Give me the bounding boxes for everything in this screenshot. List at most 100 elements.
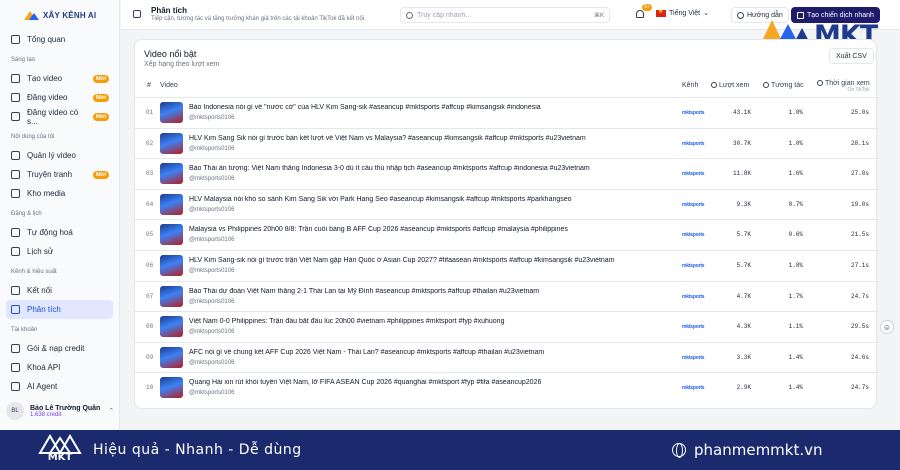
video-title[interactable]: Việt Nam 0-0 Philippines: Trận đấu bắt đ… — [189, 318, 659, 325]
sidebar-item-label: Truyện tranh — [27, 170, 73, 179]
brand-name: XÂY KÊNH AI — [43, 10, 97, 20]
video-thumbnail[interactable] — [160, 285, 183, 307]
brand-logo[interactable]: XÂY KÊNH AI — [0, 0, 119, 30]
channel-logo: mktsports — [682, 354, 705, 361]
video-thumbnail[interactable] — [160, 254, 183, 276]
channel-logo: mktsports — [682, 293, 705, 300]
new-badge: Mới — [92, 93, 109, 102]
video-thumbnail[interactable] — [160, 102, 183, 123]
col-watch-time[interactable]: Thời gian xem On TikTok — [817, 80, 870, 93]
table-row[interactable]: 05 Malaysia vs Philippines 20h00 8/8: Trậ… — [135, 219, 878, 250]
video-thumbnail[interactable] — [160, 193, 183, 215]
watch-time-value: 27.0s — [850, 170, 869, 178]
sidebar-item[interactable]: Khoá API — [6, 358, 113, 377]
sidebar-item[interactable]: Kho media — [6, 184, 113, 203]
video-handle: @mktsports0106 — [189, 329, 235, 336]
video-handle: @mktsports0106 — [189, 237, 235, 244]
sidebar-item-label: Tạo video — [27, 74, 63, 83]
sidebar-item-label: AI Agent — [27, 382, 58, 391]
search-input[interactable] — [417, 11, 590, 19]
panel-subtitle: Xếp hạng theo lượt xem — [144, 61, 220, 68]
col-channel: Kênh — [682, 82, 699, 89]
table-row[interactable]: 02 HLV Kim Sang Sik nói gì trước bán kết … — [135, 127, 878, 159]
sidebar-section-label: Kênh & hiệu suất — [11, 269, 57, 275]
video-thumbnail[interactable] — [160, 132, 183, 154]
row-number: 03 — [146, 170, 154, 178]
col-engagement[interactable]: Tương tác — [763, 82, 804, 89]
video-title[interactable]: Báo Thái ấn tượng: Việt Nam thắng Indone… — [189, 165, 659, 172]
channel-logo: mktsports — [682, 110, 705, 116]
table-row[interactable]: 06 HLV Kim Sang-sik nói gì trước trận Việ… — [135, 249, 878, 281]
language-label: Tiếng Việt — [669, 9, 701, 17]
chat-bot-icon[interactable]: ☺ — [880, 320, 894, 334]
video-thumbnail[interactable] — [160, 163, 183, 185]
sidebar-item-label: Đăng video có s... — [27, 107, 79, 126]
folder-icon — [11, 189, 20, 198]
engagement-value: 1.7% — [788, 292, 803, 300]
sidebar-item[interactable]: Lịch sử — [6, 242, 113, 261]
row-number: 05 — [146, 231, 154, 239]
video-title[interactable]: Báo Indonesia nói gì về "nước cờ" của HL… — [189, 104, 659, 111]
video-thumbnail[interactable] — [160, 316, 183, 338]
video-thumbnail[interactable] — [160, 377, 183, 399]
page-title: Phân tích — [151, 6, 188, 15]
video-title[interactable]: Quang Hải xin rút khỏi tuyển Việt Nam, l… — [189, 379, 659, 386]
sidebar-item[interactable]: Tạo video Mới — [6, 69, 113, 88]
sidebar-item-tong-quan[interactable]: Tổng quan — [6, 30, 113, 49]
col-watch-label: Thời gian xem — [825, 80, 870, 87]
engagement-value: 1.4% — [788, 384, 803, 392]
channel-logo: mktsports — [682, 262, 705, 269]
new-badge: Mới — [92, 74, 109, 83]
sidebar: XÂY KÊNH AI Tổng quan Sáng tạo Tạo video Mớ… — [0, 0, 120, 430]
banner-website[interactable]: phanmemmkt.vn — [694, 441, 823, 459]
table-row[interactable]: 07 Báo Thái dự đoán Việt Nam thắng 2-1 Th… — [135, 280, 878, 312]
sidebar-item[interactable]: Tự động hoá — [6, 223, 113, 242]
engagement-value: 1.0% — [788, 139, 803, 147]
table-row[interactable]: 09 AFC nói gì về chung kết AFF Cup 2026 V… — [135, 341, 878, 373]
sidebar-item[interactable]: Phân tích — [6, 300, 113, 319]
video-title[interactable]: AFC nói gì về chung kết AFF Cup 2026 Việ… — [189, 349, 659, 356]
video-thumbnail[interactable] — [160, 224, 183, 246]
sidebar-item[interactable]: Truyện tranh Mới — [6, 165, 113, 184]
table-row[interactable]: 04 HLV Malaysia nói khó so sánh Kim Sang … — [135, 188, 878, 220]
views-value: 43.1K — [732, 109, 751, 116]
sidebar-item[interactable]: Kết nối — [6, 281, 113, 300]
video-title[interactable]: HLV Kim Sang Sik nói gì trước bán kết lư… — [189, 135, 659, 142]
row-number: 10 — [146, 384, 154, 392]
bell-icon[interactable] — [636, 10, 644, 18]
sidebar-item[interactable]: Quản lý video — [6, 146, 113, 165]
sidebar-item[interactable]: AI Agent — [6, 377, 113, 396]
table-row[interactable]: 03 Báo Thái ấn tượng: Việt Nam thắng Indo… — [135, 158, 878, 189]
engagement-value: 1.6% — [788, 170, 803, 178]
col-views[interactable]: Lượt xem — [711, 82, 749, 89]
sidebar-item[interactable]: Đăng video Mới — [6, 88, 113, 107]
video-title[interactable]: Báo Thái dự đoán Việt Nam thắng 2-1 Thái… — [189, 288, 659, 295]
sidebar-item-label: Lịch sử — [27, 247, 54, 256]
video-title[interactable]: Malaysia vs Philippines 20h00 8/8: Trận … — [189, 226, 659, 233]
language-selector[interactable]: Tiếng Việt ⌄ — [656, 8, 709, 17]
sidebar-item-label: Đăng video — [27, 93, 68, 102]
video-title[interactable]: HLV Malaysia nói khó so sánh Kim Sang Si… — [189, 196, 659, 203]
video-handle: @mktsports0106 — [189, 267, 235, 274]
logo-icon — [24, 10, 40, 20]
row-number: 01 — [146, 109, 154, 116]
credit-card-icon — [11, 344, 20, 353]
sidebar-toggle-icon[interactable] — [133, 10, 141, 18]
table-row[interactable]: 01 Báo Indonesia nói gì về "nước cờ" của … — [135, 97, 878, 128]
table-row[interactable]: 10 Quang Hải xin rút khỏi tuyển Việt Nam,… — [135, 372, 878, 403]
sidebar-item[interactable]: Đăng video có s... Mới — [6, 107, 113, 126]
quick-search[interactable]: ⌘K — [400, 7, 610, 23]
banner-logo-text: MKT — [47, 452, 73, 463]
row-number: 07 — [146, 292, 154, 300]
table-row[interactable]: 08 Việt Nam 0-0 Philippines: Trận đấu bắt… — [135, 311, 878, 342]
export-csv-button[interactable]: Xuất CSV — [829, 48, 874, 64]
watch-time-value: 24.7s — [850, 292, 869, 300]
new-badge: Mới — [92, 170, 109, 179]
video-title[interactable]: HLV Kim Sang-sik nói gì trước trận Việt … — [189, 257, 659, 264]
video-handle: @mktsports0106 — [189, 298, 235, 305]
video-thumbnail[interactable] — [160, 346, 183, 368]
sidebar-item[interactable]: Gói & nạp credit — [6, 339, 113, 358]
top-videos-panel: Video nổi bật Xếp hạng theo lượt xem Xuấ… — [134, 39, 878, 409]
channel-logo: mktsports — [682, 171, 705, 178]
user-profile[interactable]: BL Bảo Lê Trường Quân 1.638 credit ⌃ — [6, 402, 114, 420]
